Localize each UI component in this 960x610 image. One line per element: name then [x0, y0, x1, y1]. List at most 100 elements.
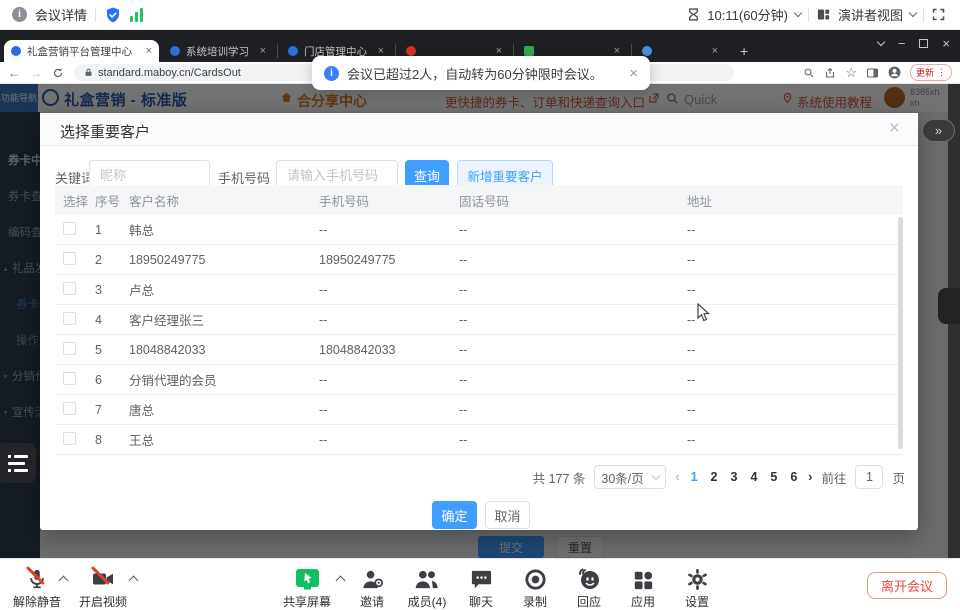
toolbar-label: 聊天	[469, 593, 493, 610]
window-minimize-button[interactable]: −	[898, 36, 906, 51]
view-dropdown-icon[interactable]	[909, 9, 917, 17]
goto-page-input[interactable]	[855, 465, 883, 489]
reactions-button[interactable]: 回应	[577, 564, 601, 610]
page-number-1[interactable]: 1	[689, 470, 700, 484]
bookmark-star-icon[interactable]: ☆	[845, 65, 857, 81]
table-row[interactable]: 4 客户经理张三 -- -- --	[55, 305, 903, 335]
leave-meeting-button[interactable]: 离开会议	[867, 572, 947, 599]
table-row[interactable]: 1 韩总 -- -- --	[55, 215, 903, 245]
cell-address: --	[687, 403, 903, 417]
window-maximize-button[interactable]	[919, 39, 928, 48]
row-checkbox[interactable]	[63, 282, 76, 295]
security-shield-icon[interactable]	[104, 6, 122, 24]
next-page-button[interactable]: ›	[808, 470, 812, 484]
unmute-button[interactable]: 解除静音	[13, 564, 61, 610]
toolbar-label: 应用	[631, 593, 655, 610]
share-icon[interactable]	[824, 67, 836, 79]
lock-icon	[84, 67, 93, 78]
members-button[interactable]: 成员(4)	[408, 564, 447, 610]
cell-tel: --	[459, 223, 687, 237]
cell-name: 韩总	[129, 220, 319, 239]
table-row[interactable]: 3 卢总 -- -- --	[55, 275, 903, 305]
page-number-5[interactable]: 5	[768, 470, 779, 484]
goto-label: 前往	[821, 468, 846, 487]
camera-off-icon	[91, 564, 115, 591]
reaction-emoji-icon	[577, 564, 601, 591]
apps-button[interactable]: 应用	[631, 564, 655, 610]
settings-button[interactable]: 设置	[685, 564, 709, 610]
tab-favicon	[170, 46, 180, 56]
meeting-timer[interactable]: 10:11(60分钟)	[707, 5, 788, 24]
side-panel-icon[interactable]	[866, 67, 879, 79]
row-checkbox[interactable]	[63, 342, 76, 355]
table-header-row: 选择 序号 客户名称 手机号码 固话号码 地址	[55, 185, 903, 215]
cell-name: 卢总	[129, 280, 319, 299]
browser-reload-button[interactable]	[52, 67, 64, 79]
new-tab-button[interactable]: +	[733, 40, 753, 62]
meeting-top-bar: i 会议详情 10:11(60分钟) 演讲者视图	[0, 0, 960, 30]
record-button[interactable]: 录制	[523, 564, 547, 610]
window-close-button[interactable]: ×	[942, 36, 950, 51]
browser-tab-active[interactable]: 礼盒营销平台管理中心 ×	[4, 40, 159, 62]
browser-forward-button[interactable]: →	[30, 66, 42, 80]
start-video-button[interactable]: 开启视频	[79, 564, 127, 610]
panel-expand-handle[interactable]	[938, 288, 960, 324]
meeting-list-float-button[interactable]	[0, 443, 36, 483]
row-checkbox[interactable]	[63, 402, 76, 415]
page-number-2[interactable]: 2	[709, 470, 720, 484]
page-number-3[interactable]: 3	[728, 470, 739, 484]
tab-close-icon[interactable]: ×	[260, 45, 266, 57]
cell-phone: --	[319, 373, 459, 387]
url-text: standard.maboy.cn/CardsOut	[98, 67, 241, 79]
table-row[interactable]: 7 唐总 -- -- --	[55, 395, 903, 425]
fullscreen-icon[interactable]	[931, 7, 946, 22]
table-row[interactable]: 5 18048842033 18048842033 -- --	[55, 335, 903, 365]
video-options-chevron[interactable]	[129, 576, 139, 586]
cancel-button[interactable]: 取消	[485, 501, 530, 529]
meeting-info-icon[interactable]: i	[12, 7, 27, 22]
timer-dropdown-icon[interactable]	[794, 9, 802, 17]
tab-close-icon[interactable]: ×	[146, 45, 152, 57]
browser-tab[interactable]: 系统培训学习 ×	[163, 40, 273, 62]
tab-search-icon[interactable]	[877, 37, 885, 45]
tab-close-icon[interactable]: ×	[712, 45, 718, 57]
row-checkbox[interactable]	[63, 432, 76, 445]
page-number-4[interactable]: 4	[748, 470, 759, 484]
zoom-icon[interactable]	[803, 67, 815, 79]
cell-address: --	[687, 433, 903, 447]
row-checkbox[interactable]	[63, 222, 76, 235]
chat-button[interactable]: 聊天	[469, 564, 493, 610]
invite-button[interactable]: 邀请	[360, 564, 384, 610]
browser-update-badge[interactable]: 更新 ⋮	[910, 64, 952, 81]
browser-back-button[interactable]: ←	[8, 66, 20, 80]
cell-address: --	[687, 253, 903, 267]
row-checkbox[interactable]	[63, 252, 76, 265]
page-size-select[interactable]: 30条/页	[594, 465, 666, 489]
table-scrollbar[interactable]	[898, 217, 903, 449]
meeting-details-label[interactable]: 会议详情	[35, 5, 87, 24]
cell-name: 分销代理的会员	[129, 370, 319, 389]
screen-share-icon	[294, 564, 319, 591]
cell-address: --	[687, 373, 903, 387]
kebab-menu-icon[interactable]: ⋮	[937, 67, 946, 78]
table-row[interactable]: 8 王总 -- -- --	[55, 425, 903, 455]
prev-page-button[interactable]: ‹	[675, 470, 679, 484]
confirm-button[interactable]: 确定	[432, 501, 477, 529]
row-checkbox[interactable]	[63, 312, 76, 325]
browser-profile-avatar[interactable]	[888, 66, 901, 79]
page-number-6[interactable]: 6	[788, 470, 799, 484]
cell-address: --	[687, 283, 903, 297]
collapse-right-button[interactable]: »	[922, 119, 955, 142]
dialog-close-icon[interactable]: ×	[889, 118, 900, 140]
view-mode-selector[interactable]: 演讲者视图	[838, 5, 903, 24]
cell-phone: --	[319, 433, 459, 447]
toast-close-icon[interactable]: ×	[629, 65, 638, 82]
row-checkbox[interactable]	[63, 372, 76, 385]
network-signal-icon[interactable]	[130, 8, 143, 22]
dialog-title: 选择重要客户	[60, 121, 150, 142]
table-row[interactable]: 6 分销代理的会员 -- -- --	[55, 365, 903, 395]
toolbar-label: 开启视频	[79, 593, 127, 610]
share-screen-button[interactable]: 共享屏幕	[283, 564, 331, 610]
share-options-chevron[interactable]	[336, 576, 346, 586]
table-row[interactable]: 2 18950249775 18950249775 -- --	[55, 245, 903, 275]
